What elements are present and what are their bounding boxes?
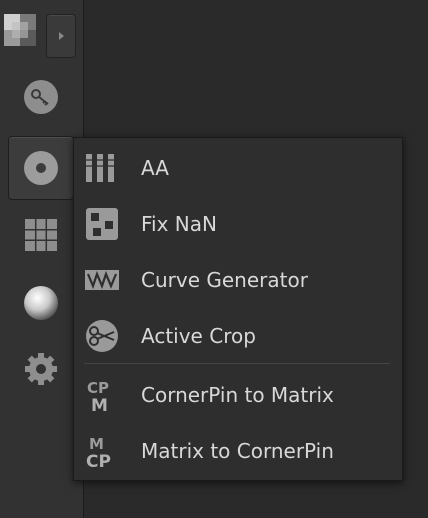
menu-item-label: Matrix to CornerPin <box>141 439 334 463</box>
menu-item-aa[interactable]: AA <box>74 140 402 196</box>
svg-text:M: M <box>91 396 108 413</box>
menu-item-label: CornerPin to Matrix <box>141 383 334 407</box>
expand-toolbar-button[interactable] <box>46 14 76 58</box>
menu-item-label: Active Crop <box>141 324 256 348</box>
aa-bars-icon <box>83 150 121 186</box>
gear-icon[interactable] <box>22 350 60 388</box>
menu-item-label: AA <box>141 156 169 180</box>
expand-arrow-icon <box>59 32 64 40</box>
menu-item-fix-nan[interactable]: Fix NaN <box>74 196 402 252</box>
svg-text:M: M <box>89 435 104 453</box>
sphere-icon[interactable] <box>22 284 60 322</box>
keyer-icon[interactable] <box>22 78 60 116</box>
menu-item-label: Curve Generator <box>141 268 308 292</box>
menu-separator <box>84 363 390 364</box>
color-swatch-icon[interactable] <box>3 10 39 52</box>
curve-generator-icon <box>83 262 121 298</box>
svg-text:CP: CP <box>87 379 109 397</box>
cornerpin-to-matrix-icon: CP M <box>83 377 121 416</box>
matrix-to-cornerpin-icon: M CP <box>83 433 121 472</box>
filter-dropdown-menu: AA Fix NaN Curve Generator Active Crop C… <box>73 137 403 481</box>
filter-tool-button[interactable] <box>8 136 74 200</box>
fix-nan-icon <box>83 206 121 242</box>
filter-icon <box>24 151 58 185</box>
svg-text:CP: CP <box>86 452 111 469</box>
menu-item-active-crop[interactable]: Active Crop <box>74 308 402 364</box>
grid-icon[interactable] <box>22 216 60 254</box>
menu-item-matrix-to-cornerpin[interactable]: M CP Matrix to CornerPin <box>74 423 402 479</box>
active-crop-icon <box>83 318 121 354</box>
left-toolbar <box>0 0 84 518</box>
menu-item-curve-generator[interactable]: Curve Generator <box>74 252 402 308</box>
menu-item-label: Fix NaN <box>141 212 217 236</box>
menu-item-cornerpin-to-matrix[interactable]: CP M CornerPin to Matrix <box>74 367 402 423</box>
